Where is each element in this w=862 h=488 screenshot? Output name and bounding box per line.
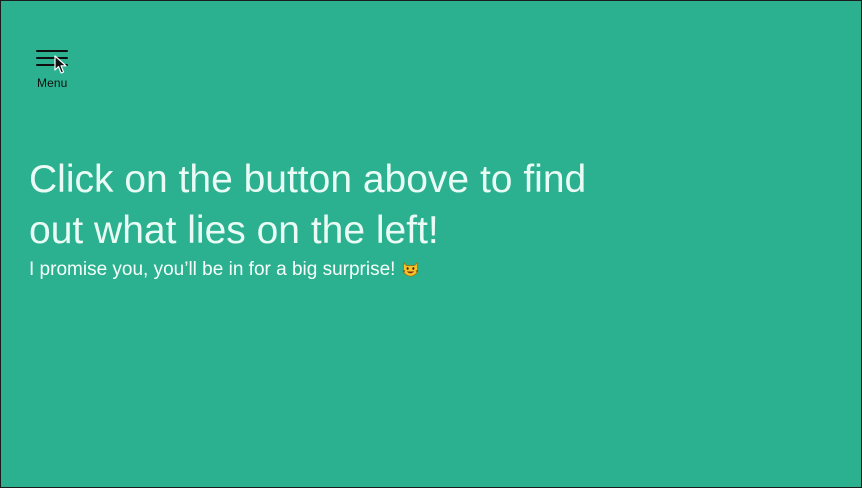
page-headline: Click on the button above to find out wh… — [29, 158, 587, 252]
menu-button[interactable]: Menu — [34, 46, 72, 92]
menu-bar-top — [36, 50, 68, 52]
menu-bar-bottom — [36, 64, 68, 66]
menu-bar-middle — [36, 57, 68, 59]
subline-text: I promise you, you’ll be in for a big su… — [29, 259, 396, 280]
page-subline: I promise you, you’ll be in for a big su… — [29, 258, 420, 282]
menu-label[interactable]: Menu — [37, 76, 67, 90]
hamburger-menu-icon[interactable] — [36, 50, 68, 68]
cat-face-emoji-icon — [403, 261, 419, 277]
